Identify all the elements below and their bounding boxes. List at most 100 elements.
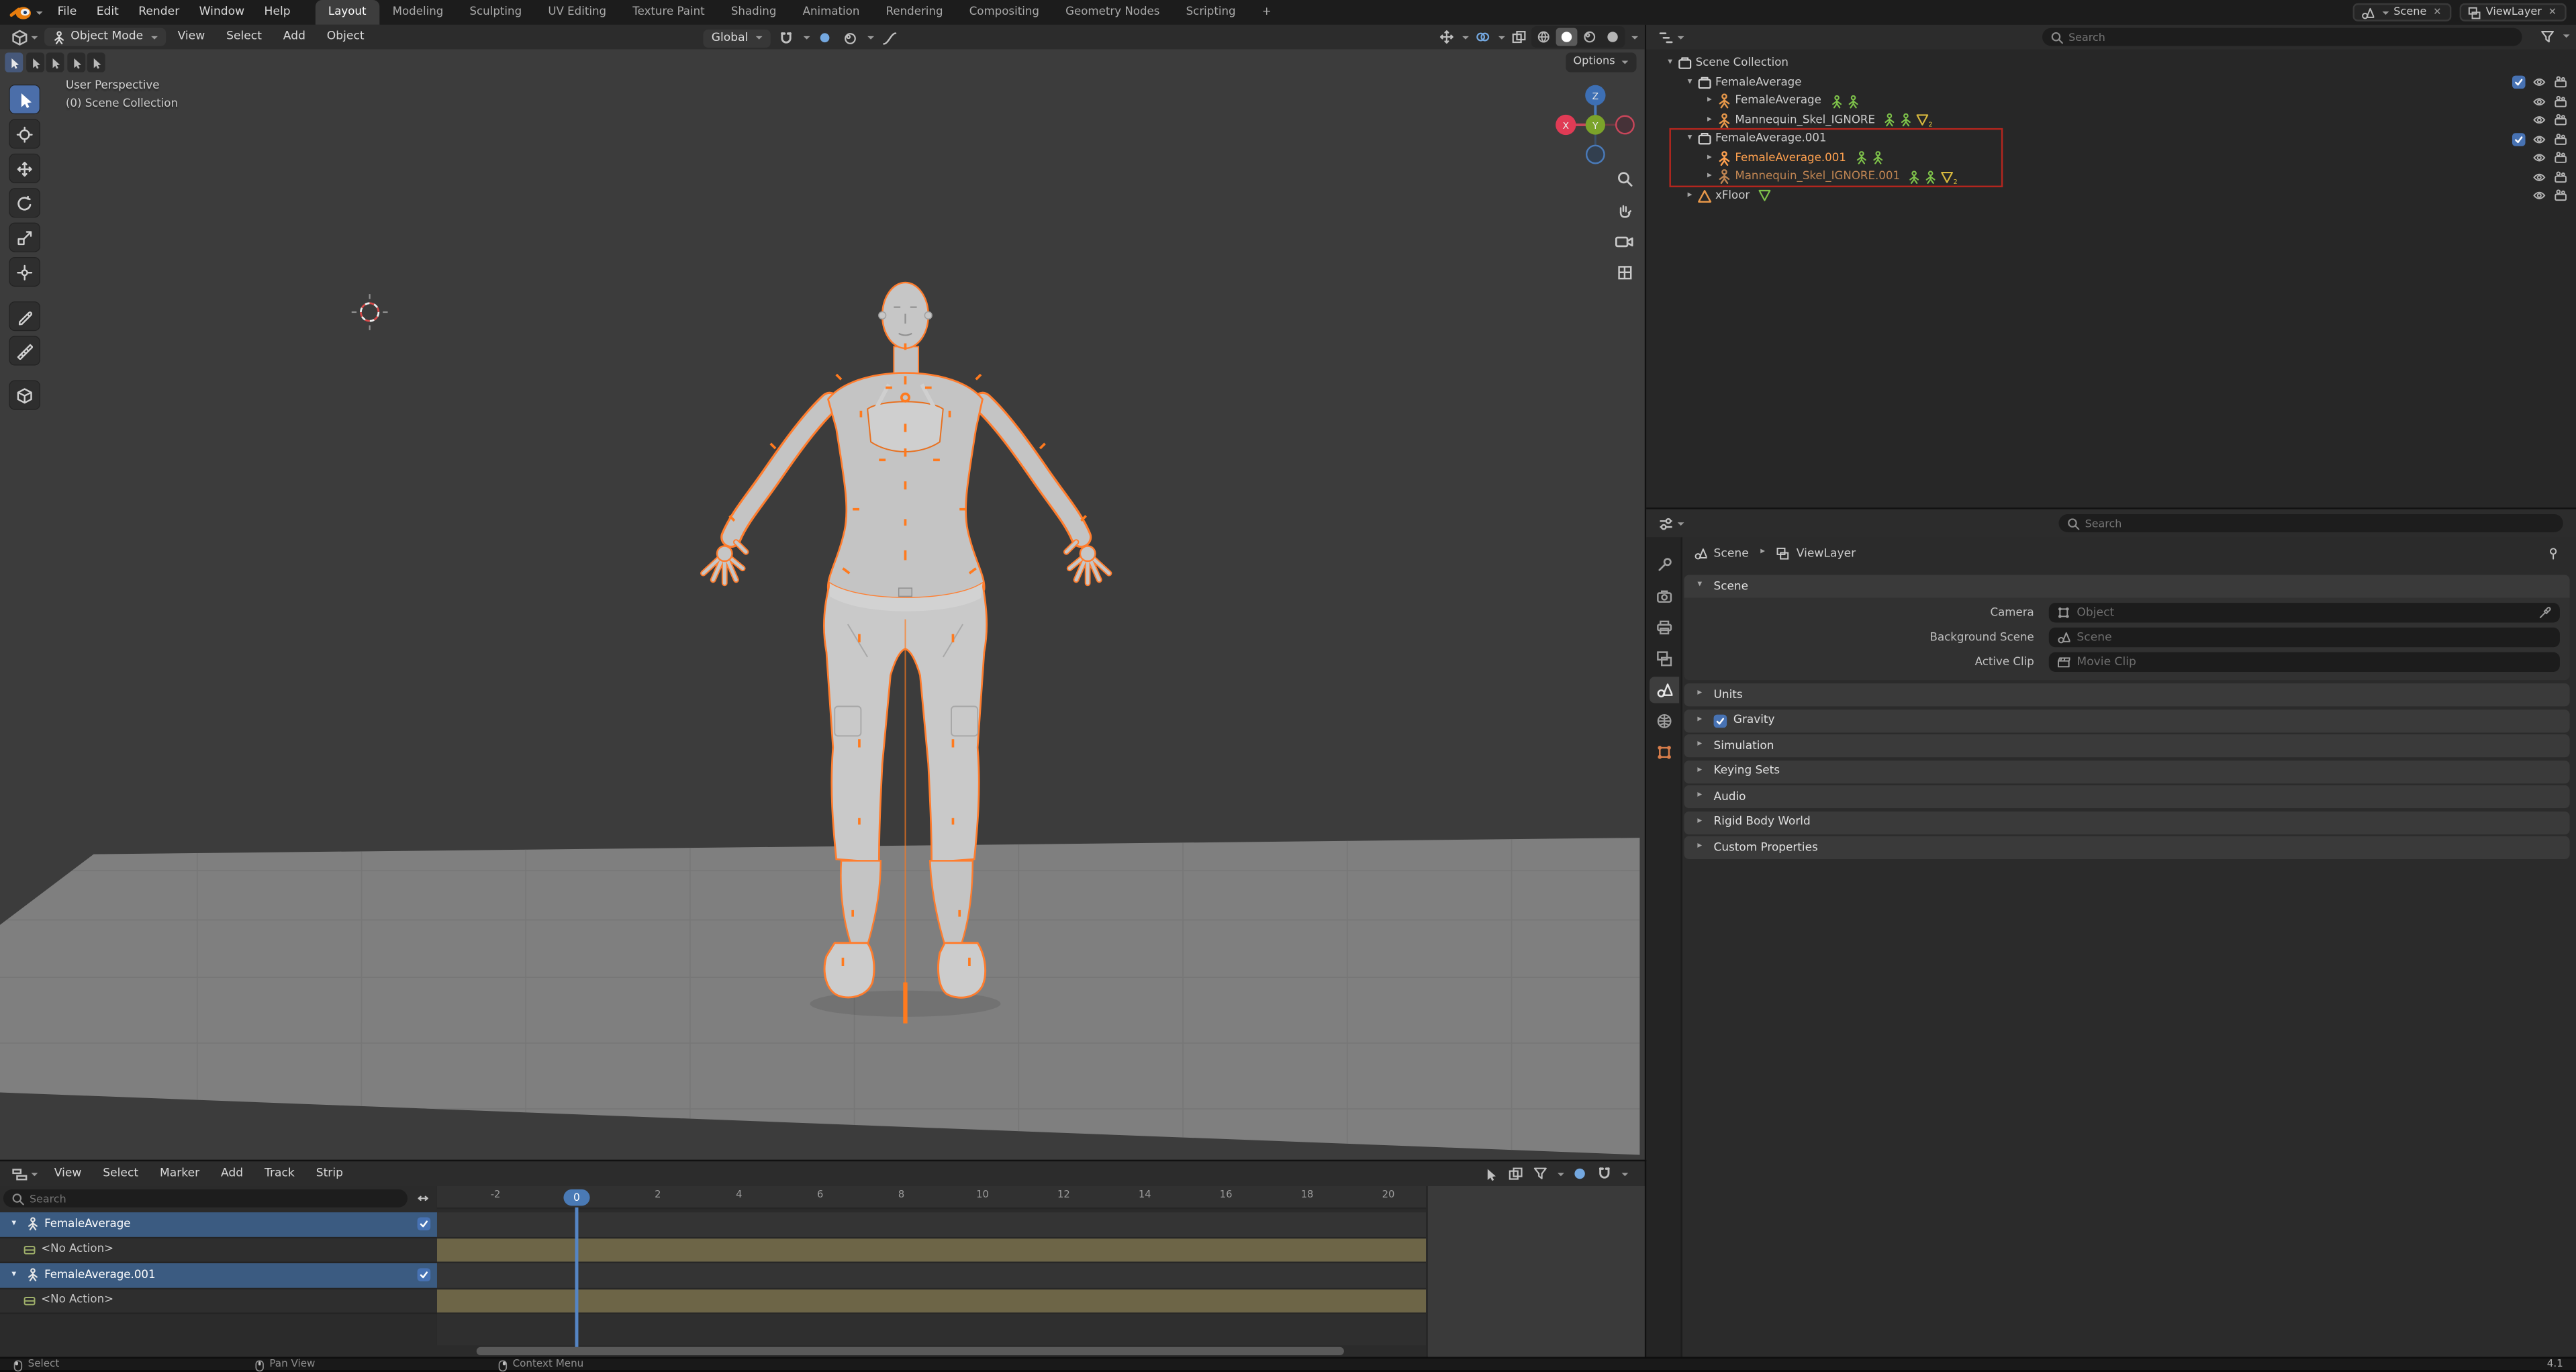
nla-empty-region[interactable] xyxy=(437,1314,1426,1345)
outliner-search-input[interactable] xyxy=(2068,30,2514,44)
menu-help[interactable]: Help xyxy=(254,0,300,25)
viewport-canvas[interactable]: Z X Y xyxy=(0,25,1646,1160)
breadcrumb-viewlayer[interactable]: ViewLayer xyxy=(1797,548,1856,559)
rotate-tool[interactable] xyxy=(10,189,40,217)
auto-snap-toggle[interactable] xyxy=(1569,1164,1588,1183)
cursor-tool[interactable] xyxy=(10,120,40,148)
tab-animation[interactable]: Animation xyxy=(790,0,873,25)
current-frame-badge[interactable]: 0 xyxy=(563,1189,589,1206)
chevron-down-icon[interactable] xyxy=(1498,36,1505,39)
nla-strip-row[interactable] xyxy=(437,1263,1426,1289)
floor-plane[interactable] xyxy=(0,838,1639,1155)
nla-strip-row[interactable] xyxy=(437,1212,1426,1238)
menu-file[interactable]: File xyxy=(48,0,87,25)
background-scene-field[interactable]: Scene xyxy=(2049,628,2560,647)
camera-view-button[interactable] xyxy=(1612,228,1637,253)
nla-menu-add[interactable]: Add xyxy=(211,1161,253,1186)
active-clip-field[interactable]: Movie Clip xyxy=(2049,652,2560,672)
expander-icon[interactable]: ▸ xyxy=(1702,97,1717,105)
disable-render-camera-icon[interactable] xyxy=(2553,76,2568,89)
overlays-toggle[interactable] xyxy=(1472,27,1492,46)
nla-search-input[interactable] xyxy=(30,1192,399,1206)
annotate-tool[interactable] xyxy=(10,302,40,330)
tab-modeling[interactable]: Modeling xyxy=(379,0,457,25)
measure-tool[interactable] xyxy=(10,337,40,365)
shading-wireframe-button[interactable] xyxy=(1533,28,1554,46)
viewlayer-selector[interactable]: ViewLayer ✕ xyxy=(2459,3,2566,21)
outliner-editor-type-button[interactable] xyxy=(1653,29,1689,45)
chevron-down-icon[interactable] xyxy=(1631,36,1638,39)
nla-action-strip-row[interactable] xyxy=(437,1289,1426,1314)
markers-region-toggle[interactable] xyxy=(1505,1164,1525,1183)
move-tool[interactable] xyxy=(10,154,40,183)
tab-output-properties[interactable] xyxy=(1649,614,1678,640)
pin-id-button[interactable] xyxy=(2543,544,2563,563)
channel-checkbox[interactable] xyxy=(418,1269,431,1282)
panel-simulation[interactable]: ▸Simulation xyxy=(1684,734,2570,757)
nla-channel-no-action-2[interactable]: <No Action> xyxy=(0,1289,437,1314)
nla-channel-search[interactable] xyxy=(3,1189,408,1208)
hide-eye-icon[interactable] xyxy=(2532,133,2546,146)
gravity-checkbox[interactable] xyxy=(1714,714,1727,727)
outliner-filter-button[interactable] xyxy=(2537,27,2557,46)
nla-editor-type-button[interactable] xyxy=(7,1165,43,1181)
nla-menu-track[interactable]: Track xyxy=(254,1161,304,1186)
disable-render-camera-icon[interactable] xyxy=(2553,113,2568,127)
select-mode-subtract[interactable] xyxy=(46,52,64,72)
nla-menu-select[interactable]: Select xyxy=(93,1161,148,1186)
horizontal-scrollbar[interactable] xyxy=(477,1346,1344,1355)
expander-icon[interactable]: ▸ xyxy=(1702,116,1717,125)
select-mode-new[interactable] xyxy=(5,52,23,72)
viewport-3d[interactable]: Object Mode View Select Add Object Globa… xyxy=(0,25,1646,1160)
remove-viewlayer-icon[interactable]: ✕ xyxy=(2546,7,2558,17)
proportional-editing-toggle[interactable] xyxy=(840,28,859,48)
viewport-menu-select[interactable]: Select xyxy=(216,25,271,50)
nla-action-strip-row[interactable] xyxy=(437,1238,1426,1263)
mode-dropdown[interactable]: Object Mode xyxy=(44,28,166,46)
nla-menu-strip[interactable]: Strip xyxy=(306,1161,353,1186)
hide-eye-icon[interactable] xyxy=(2532,113,2546,127)
options-dropdown[interactable]: Options xyxy=(1565,52,1636,71)
unlink-scene-icon[interactable]: ✕ xyxy=(2432,7,2443,17)
perspective-toggle-button[interactable] xyxy=(1612,260,1637,285)
nla-channel-no-action-1[interactable]: <No Action> xyxy=(0,1238,437,1263)
properties-search[interactable] xyxy=(2058,514,2563,532)
properties-search-input[interactable] xyxy=(2085,517,2555,530)
outliner-row-femaleaverage-object[interactable]: ▸ FemaleAverage xyxy=(1646,92,2576,111)
tab-layout[interactable]: Layout xyxy=(315,0,379,25)
scale-tool[interactable] xyxy=(10,224,40,252)
current-frame-line[interactable] xyxy=(575,1208,577,1347)
hide-eye-icon[interactable] xyxy=(2532,189,2546,203)
tab-texture-paint[interactable]: Texture Paint xyxy=(620,0,718,25)
tab-object-properties[interactable] xyxy=(1649,739,1678,765)
scene-selector[interactable]: Scene ✕ xyxy=(2352,3,2451,21)
gizmo-axis-x-neg[interactable] xyxy=(1616,116,1633,134)
tab-shading[interactable]: Shading xyxy=(718,0,790,25)
panel-units[interactable]: ▸Units xyxy=(1684,683,2570,706)
panel-custom-properties[interactable]: ▸Custom Properties xyxy=(1684,836,2570,859)
gizmos-toggle[interactable] xyxy=(1436,27,1456,46)
tab-scene-properties[interactable] xyxy=(1649,677,1678,703)
collection-checkbox[interactable] xyxy=(2512,133,2526,146)
tab-tool-properties[interactable] xyxy=(1649,552,1678,578)
viewport-menu-object[interactable]: Object xyxy=(317,25,374,50)
collection-checkbox[interactable] xyxy=(2512,76,2526,89)
tab-render-properties[interactable] xyxy=(1649,583,1678,609)
chevron-down-icon[interactable] xyxy=(868,36,875,40)
shading-solid-button[interactable] xyxy=(1556,28,1578,46)
chevron-down-icon[interactable] xyxy=(1462,36,1469,39)
disable-render-camera-icon[interactable] xyxy=(2553,95,2568,108)
panel-keying-sets[interactable]: ▸Keying Sets xyxy=(1684,760,2570,783)
menu-render[interactable]: Render xyxy=(129,0,189,25)
tweak-mode-toggle[interactable] xyxy=(1480,1164,1500,1183)
invert-filter-button[interactable] xyxy=(412,1187,432,1207)
falloff-dropdown[interactable] xyxy=(879,28,899,48)
camera-field[interactable]: Object xyxy=(2049,603,2560,622)
nla-menu-marker[interactable]: Marker xyxy=(150,1161,209,1186)
viewport-menu-add[interactable]: Add xyxy=(273,25,316,50)
shading-material-button[interactable] xyxy=(1579,28,1601,46)
expander-icon[interactable]: ▾ xyxy=(7,1220,21,1228)
outliner-row-femaleaverage-collection[interactable]: ▾ FemaleAverage xyxy=(1646,73,2576,92)
expander-icon[interactable]: ▾ xyxy=(1682,78,1697,87)
eyedropper-button[interactable] xyxy=(2538,606,2552,620)
